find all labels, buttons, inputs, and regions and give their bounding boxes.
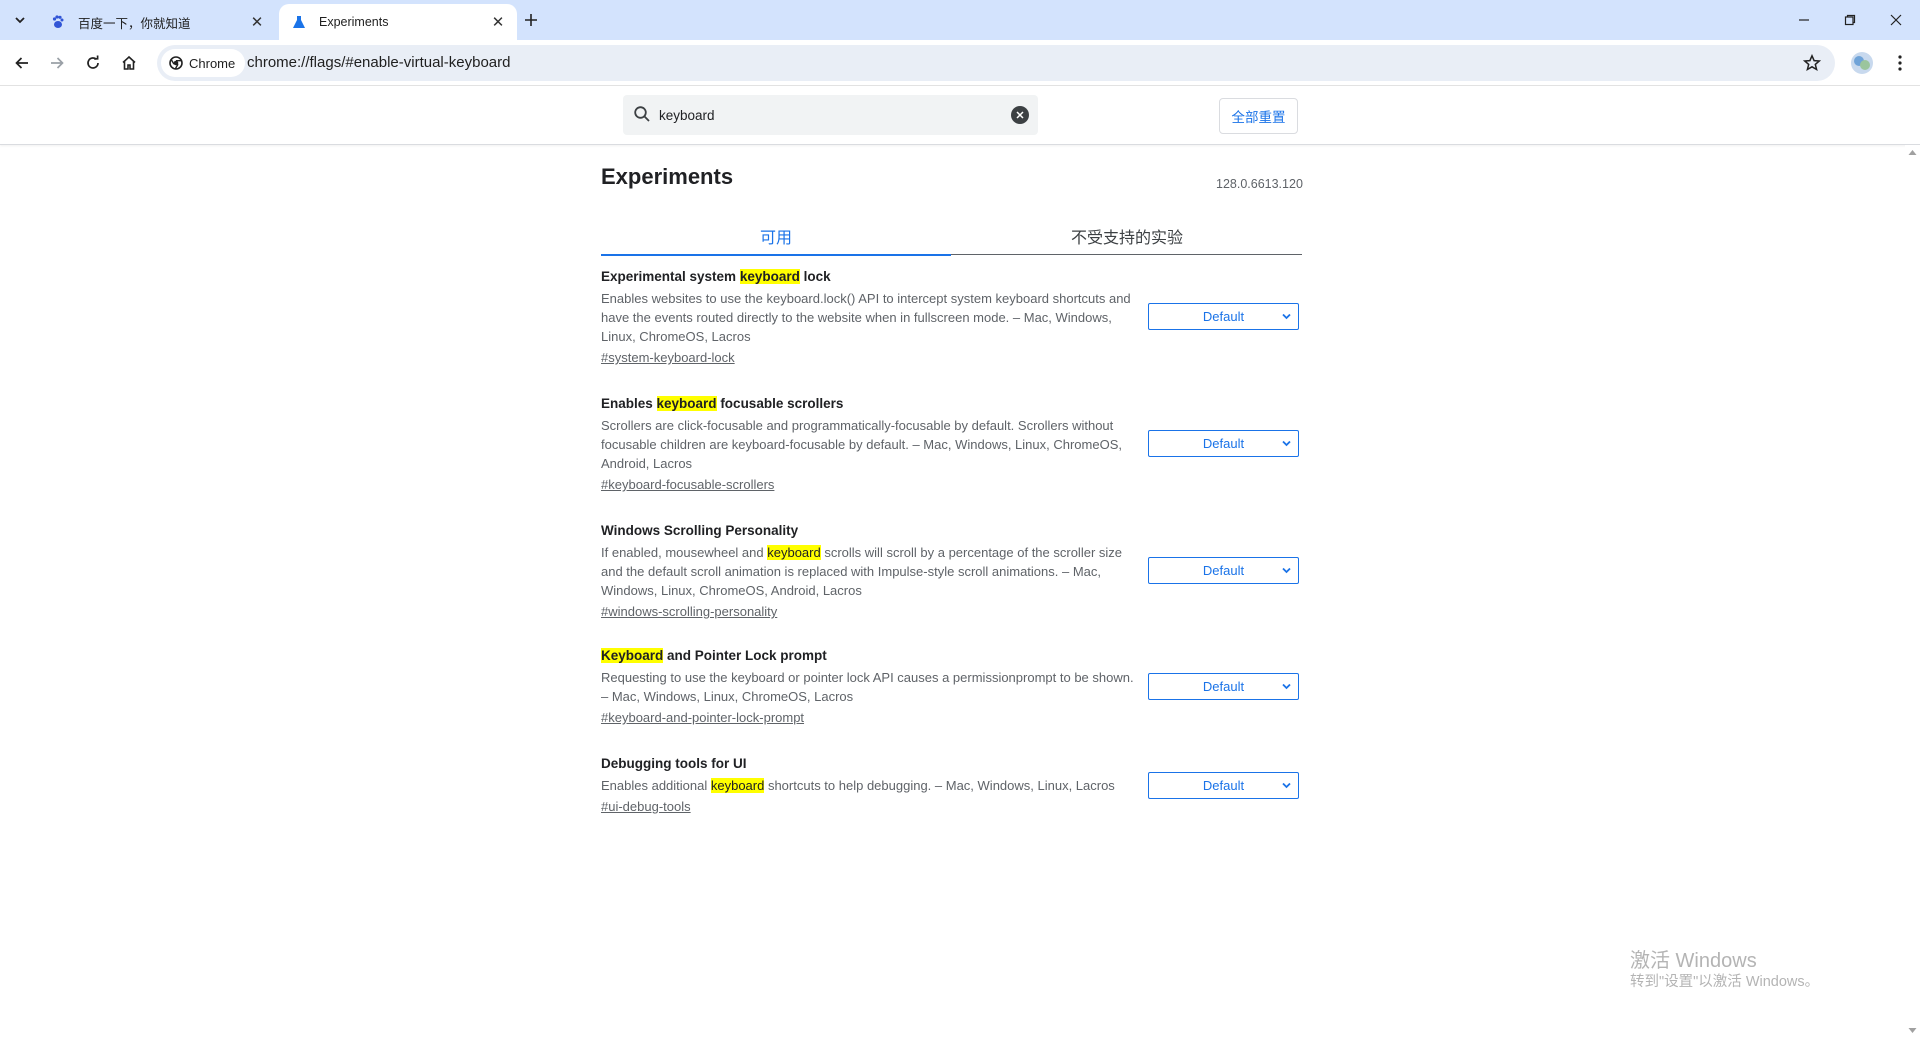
bookmark-star-icon[interactable] xyxy=(1802,53,1822,77)
chevron-down-icon xyxy=(15,17,25,24)
experiment-item: Enables keyboard focusable scrollers Scr… xyxy=(601,395,1302,494)
chevron-down-icon xyxy=(1282,440,1291,447)
reload-icon xyxy=(87,55,99,69)
experiment-item: Experimental system keyboard lock Enable… xyxy=(601,268,1302,367)
arrow-right-icon xyxy=(51,57,64,69)
page-title: Experiments xyxy=(601,164,734,189)
experiment-select[interactable]: Default xyxy=(1148,772,1299,799)
reload-button[interactable] xyxy=(81,51,105,75)
chevron-down-icon xyxy=(1282,567,1291,574)
chevron-down-icon xyxy=(1282,782,1291,789)
arrow-left-icon xyxy=(15,57,28,69)
activation-watermark-title: 激活 Windows xyxy=(1630,950,1757,972)
flag-search-box[interactable] xyxy=(623,95,1038,135)
experiment-description: Scrollers are click-focusable and progra… xyxy=(601,418,1122,471)
forward-button[interactable] xyxy=(45,51,69,75)
site-info-chip[interactable]: Chrome xyxy=(161,49,246,77)
clear-search-button[interactable] xyxy=(1011,106,1029,124)
experiment-name: Experimental system keyboard lock xyxy=(601,269,831,284)
close-icon xyxy=(1016,111,1024,119)
scroll-up-icon[interactable] xyxy=(1908,149,1917,156)
flags-header: 全部重置 xyxy=(0,86,1920,145)
avatar-icon xyxy=(1851,52,1873,74)
flag-search-input[interactable] xyxy=(659,95,989,135)
version-label: 128.0.6613.120 xyxy=(1216,177,1303,191)
menu-button[interactable] xyxy=(1890,51,1910,75)
activation-watermark-subtitle: 转到"设置"以激活 Windows。 xyxy=(1630,974,1820,990)
profile-avatar[interactable] xyxy=(1850,51,1874,75)
kebab-menu-icon xyxy=(1898,55,1902,71)
tab-strip: 百度一下，你就知道 ✕ Experiments ✕ xyxy=(0,0,1920,40)
experiment-item: Windows Scrolling Personality If enabled… xyxy=(601,522,1302,621)
vertical-scrollbar[interactable] xyxy=(1905,145,1920,1040)
experiment-name: Keyboard and Pointer Lock prompt xyxy=(601,648,827,663)
minimize-icon xyxy=(1799,19,1809,21)
close-tab-icon[interactable]: ✕ xyxy=(489,13,507,31)
restore-icon xyxy=(1844,14,1856,26)
tab-title: 百度一下，你就知道 xyxy=(78,16,191,31)
minimize-button[interactable] xyxy=(1781,0,1827,40)
tab-available[interactable]: 可用 xyxy=(601,217,951,256)
scroll-down-icon[interactable] xyxy=(1908,1027,1917,1034)
experiment-select[interactable]: Default xyxy=(1148,673,1299,700)
tab-experiments[interactable]: Experiments ✕ xyxy=(279,4,517,40)
tab-search-button[interactable] xyxy=(8,9,32,31)
plus-icon xyxy=(525,14,537,26)
experiment-description: Requesting to use the keyboard or pointe… xyxy=(601,670,1134,704)
chevron-down-icon xyxy=(1282,313,1291,320)
experiment-permalink[interactable]: #windows-scrolling-personality xyxy=(601,603,777,621)
chip-label: Chrome xyxy=(189,55,236,71)
experiment-description: Enables websites to use the keyboard.loc… xyxy=(601,291,1131,344)
chrome-logo-icon xyxy=(169,56,183,70)
omnibox[interactable]: Chrome chrome://flags/#enable-virtual-ke… xyxy=(157,45,1835,81)
experiment-permalink[interactable]: #keyboard-focusable-scrollers xyxy=(601,476,774,494)
experiment-permalink[interactable]: #system-keyboard-lock xyxy=(601,349,735,367)
tab-baidu[interactable]: 百度一下，你就知道 ✕ xyxy=(38,4,276,40)
tab-unsupported[interactable]: 不受支持的实验 xyxy=(952,217,1302,255)
home-icon xyxy=(122,55,136,70)
close-window-button[interactable] xyxy=(1873,0,1919,40)
url-text[interactable]: chrome://flags/#enable-virtual-keyboard xyxy=(247,45,510,81)
chevron-down-icon xyxy=(1282,683,1291,690)
experiment-name: Debugging tools for UI xyxy=(601,756,747,771)
restore-button[interactable] xyxy=(1827,0,1873,40)
experiment-description: Enables additional keyboard shortcuts to… xyxy=(601,778,1115,793)
flask-icon xyxy=(291,14,307,30)
experiment-select[interactable]: Default xyxy=(1148,430,1299,457)
close-icon xyxy=(1890,14,1902,26)
back-button[interactable] xyxy=(10,51,34,75)
home-button[interactable] xyxy=(117,51,141,75)
experiment-item: Keyboard and Pointer Lock prompt Request… xyxy=(601,647,1302,727)
tab-title: Experiments xyxy=(319,15,389,29)
toolbar: Chrome chrome://flags/#enable-virtual-ke… xyxy=(0,40,1920,86)
experiments-tabs: 可用 不受支持的实验 xyxy=(601,217,1302,256)
reset-all-button[interactable]: 全部重置 xyxy=(1219,98,1298,134)
experiment-select[interactable]: Default xyxy=(1148,557,1299,584)
experiment-name: Windows Scrolling Personality xyxy=(601,523,799,538)
experiment-description: If enabled, mousewheel and keyboard scro… xyxy=(601,545,1122,598)
experiment-item: Debugging tools for UI Enables additiona… xyxy=(601,755,1302,816)
search-icon xyxy=(633,105,651,128)
new-tab-button[interactable] xyxy=(520,9,542,31)
experiment-permalink[interactable]: #ui-debug-tools xyxy=(601,798,691,816)
experiment-select[interactable]: Default xyxy=(1148,303,1299,330)
experiment-permalink[interactable]: #keyboard-and-pointer-lock-prompt xyxy=(601,709,804,727)
baidu-paw-icon xyxy=(50,14,66,30)
close-tab-icon[interactable]: ✕ xyxy=(248,13,266,31)
experiment-name: Enables keyboard focusable scrollers xyxy=(601,396,844,411)
